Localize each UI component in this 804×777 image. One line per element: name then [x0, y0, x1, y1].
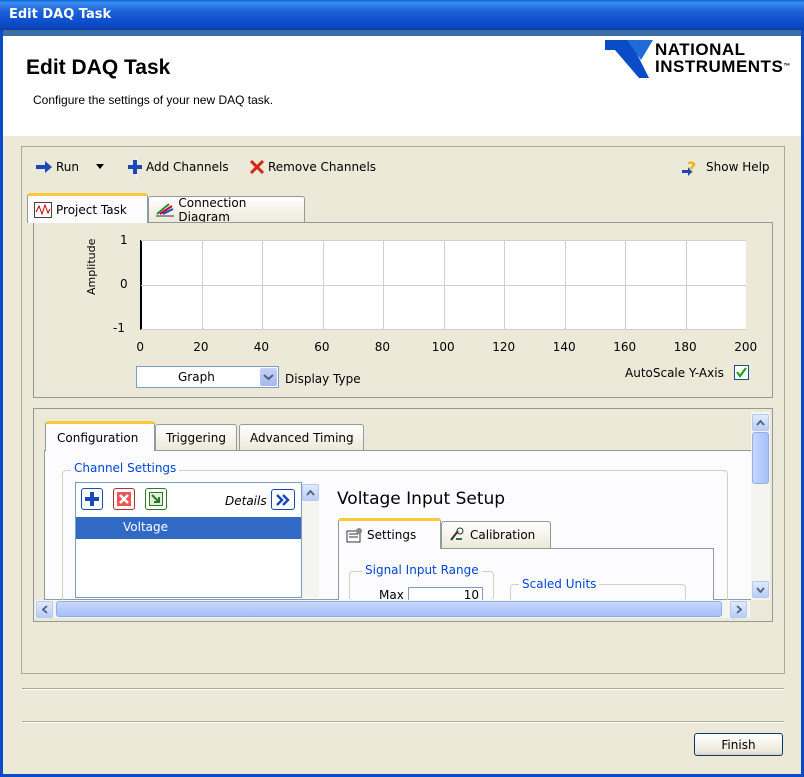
signal-input-range-legend: Signal Input Range [362, 563, 482, 577]
x-tick-label: 180 [673, 340, 697, 354]
tab-calibration[interactable]: Calibration [441, 521, 551, 548]
x-tick-label: 140 [552, 340, 576, 354]
chevron-right-icon [735, 605, 742, 614]
details-expand-button[interactable] [271, 489, 295, 510]
connection-diagram-icon [156, 203, 174, 217]
red-x-icon [250, 160, 264, 174]
add-channels-button[interactable]: Add Channels [128, 158, 229, 176]
plus-icon [85, 492, 99, 506]
channel-list-scrollbar[interactable] [302, 484, 319, 598]
scroll-up-button[interactable] [302, 484, 319, 501]
channel-list-item[interactable]: Voltage [76, 517, 301, 539]
x-tick-label: 80 [374, 340, 391, 354]
chevron-left-icon [41, 605, 48, 614]
footer-divider [22, 688, 784, 690]
y-tick-label: -1 [113, 321, 125, 335]
autoscale-checkbox[interactable] [734, 365, 749, 380]
voltage-setup-title: Voltage Input Setup [337, 489, 506, 509]
chevron-up-icon [756, 419, 765, 426]
double-chevron-right-icon [276, 493, 290, 506]
run-arrow-icon [36, 161, 52, 173]
details-label: Details [225, 494, 267, 508]
channel-settings-legend: Channel Settings [71, 461, 180, 475]
tab-connection-diagram[interactable]: Connection Diagram [148, 196, 305, 224]
scroll-left-button[interactable] [36, 601, 53, 618]
remove-channels-button[interactable]: Remove Channels [250, 158, 376, 176]
waveform-icon [34, 201, 52, 218]
x-tick-label: 60 [314, 340, 330, 354]
scroll-down-button[interactable] [752, 581, 769, 598]
scaled-units-legend: Scaled Units [519, 577, 600, 591]
chevron-up-icon [306, 489, 315, 496]
autoscale-label: AutoScale Y-Axis [625, 366, 724, 380]
max-input[interactable]: 10 [408, 587, 483, 602]
red-x-icon [117, 492, 131, 506]
plus-icon [128, 160, 142, 174]
footer-divider [22, 721, 784, 723]
x-tick-label: 100 [431, 340, 455, 354]
checkmark-icon [736, 367, 747, 378]
tab-triggering[interactable]: Triggering [155, 424, 237, 451]
vertical-scroll-thumb[interactable] [752, 432, 769, 484]
remove-channel-button[interactable] [113, 488, 135, 510]
chevron-down-icon [756, 586, 765, 593]
channel-properties-button[interactable] [145, 488, 167, 510]
x-tick-label: 120 [492, 340, 516, 354]
settings-icon [346, 528, 362, 543]
run-button[interactable]: Run [36, 158, 79, 176]
run-dropdown-button[interactable] [96, 158, 104, 176]
dropdown-arrow-button[interactable] [260, 368, 277, 386]
toolbar: Run Add Channels Remove Channels ? Show … [22, 151, 784, 181]
chevron-down-icon [96, 164, 104, 169]
tab-project-task[interactable]: Project Task [27, 193, 148, 223]
green-arrow-icon [149, 492, 163, 506]
scroll-right-button[interactable] [730, 601, 747, 618]
x-tick-label: 20 [193, 340, 209, 354]
y-tick-label: 1 [120, 233, 128, 247]
x-tick-label: 200 [734, 340, 758, 354]
horizontal-scroll-thumb[interactable] [56, 601, 722, 617]
show-help-button[interactable]: ? Show Help [682, 158, 770, 176]
page-title: Edit DAQ Task [26, 56, 171, 79]
add-channel-button[interactable] [81, 488, 103, 510]
finish-button[interactable]: Finish [694, 733, 783, 756]
chevron-down-icon [263, 374, 274, 381]
y-axis-label: Amplitude [85, 238, 98, 295]
tab-settings[interactable]: Settings [338, 518, 441, 549]
y-tick-label: 0 [120, 277, 128, 291]
display-type-label: Display Type [285, 372, 361, 386]
calibration-icon [450, 527, 464, 541]
window-title: Edit DAQ Task [9, 7, 112, 22]
help-question-icon: ? [682, 158, 696, 176]
display-type-select[interactable]: Graph [136, 366, 279, 388]
window-title-bar[interactable]: Edit DAQ Task [0, 0, 804, 30]
channel-list[interactable] [75, 482, 302, 598]
page-subtitle: Configure the settings of your new DAQ t… [33, 93, 274, 107]
tab-advanced-timing[interactable]: Advanced Timing [239, 424, 364, 451]
scroll-up-button[interactable] [752, 414, 769, 431]
tab-configuration[interactable]: Configuration [45, 421, 155, 451]
x-tick-label: 0 [136, 340, 145, 354]
x-tick-label: 160 [613, 340, 637, 354]
logo-text: NATIONAL INSTRUMENTS™ [655, 40, 791, 76]
x-tick-label: 40 [253, 340, 270, 354]
amplitude-graph[interactable] [140, 240, 746, 330]
